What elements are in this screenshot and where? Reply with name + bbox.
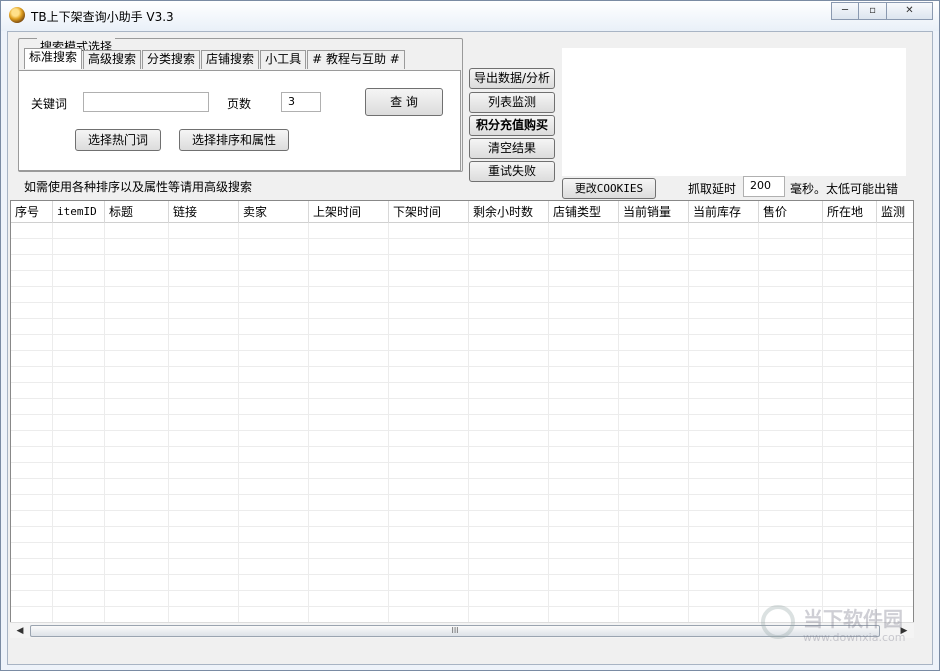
delay-warning: 毫秒。太低可能出错 (790, 182, 899, 196)
tab-advanced-search[interactable]: 高级搜索 (83, 50, 142, 69)
clear-results-button[interactable]: 清空结果 (469, 138, 555, 159)
query-button[interactable]: 查 询 (365, 88, 443, 116)
window-controls: ─ ▫ ✕ (831, 2, 933, 20)
hot-words-button[interactable]: 选择热门词 (75, 129, 161, 151)
app-icon (9, 7, 25, 23)
tab-category-search[interactable]: 分类搜索 (142, 50, 201, 69)
column-divider (618, 223, 619, 637)
column-header[interactable]: 店铺类型 (549, 201, 619, 223)
tab-shop-search[interactable]: 店铺搜索 (201, 50, 260, 69)
column-header[interactable]: 当前销量 (619, 201, 689, 223)
sort-attributes-button[interactable]: 选择排序和属性 (179, 129, 289, 151)
keyword-label: 关键词 (31, 97, 68, 111)
column-divider (52, 223, 53, 637)
column-divider (548, 223, 549, 637)
results-table[interactable]: 序号 itemID 标题 链接 卖家 上架时间 下架时间 剩余小时数 店铺类型 … (10, 200, 914, 638)
table-body (11, 223, 913, 637)
standard-search-panel: 关键词 页数 3 查 询 选择热门词 选择排序和属性 (18, 70, 461, 171)
tab-tools[interactable]: 小工具 (260, 50, 307, 69)
column-divider (688, 223, 689, 637)
table-header: 序号 itemID 标题 链接 卖家 上架时间 下架时间 剩余小时数 店铺类型 … (11, 201, 913, 223)
column-divider (388, 223, 389, 637)
close-button[interactable]: ✕ (887, 2, 933, 20)
delay-label: 抓取延时 (688, 182, 737, 196)
keyword-input[interactable] (83, 92, 209, 112)
column-header[interactable]: itemID (53, 201, 105, 223)
change-cookies-button[interactable]: 更改COOKIES (562, 178, 656, 199)
delay-input[interactable]: 200 (743, 176, 785, 197)
column-divider (468, 223, 469, 637)
client-area: 搜索模式选择 标准搜索 高级搜索 分类搜索 店铺搜索 小工具 # 教程与互助 #… (7, 31, 933, 665)
column-header[interactable]: 序号 (11, 201, 53, 223)
tab-standard-search[interactable]: 标准搜索 (24, 48, 83, 69)
column-divider (308, 223, 309, 637)
column-header[interactable]: 监测 (877, 201, 913, 223)
search-tabs: 标准搜索 高级搜索 分类搜索 店铺搜索 小工具 # 教程与互助 # (24, 48, 406, 69)
column-header[interactable]: 上架时间 (309, 201, 389, 223)
export-data-button[interactable]: 导出数据/分析 (469, 68, 555, 89)
column-divider (822, 223, 823, 637)
watermark-url: www.downxia.com (803, 631, 906, 644)
column-header[interactable]: 售价 (759, 201, 823, 223)
column-header[interactable]: 链接 (169, 201, 239, 223)
list-monitor-button[interactable]: 列表监测 (469, 92, 555, 113)
tab-tutorial[interactable]: # 教程与互助 # (307, 50, 405, 69)
column-divider (876, 223, 877, 637)
column-header[interactable]: 下架时间 (389, 201, 469, 223)
column-divider (104, 223, 105, 637)
watermark: 当下软件园 www.downxia.com (761, 601, 921, 651)
pages-label: 页数 (227, 97, 252, 111)
column-header[interactable]: 所在地 (823, 201, 877, 223)
title-bar: TB上下架查询小助手 V3.3 ─ ▫ ✕ (1, 1, 939, 31)
column-header[interactable]: 标题 (105, 201, 169, 223)
pages-input[interactable]: 3 (281, 92, 321, 112)
column-divider (758, 223, 759, 637)
app-window: TB上下架查询小助手 V3.3 ─ ▫ ✕ 搜索模式选择 标准搜索 高级搜索 分… (0, 0, 940, 671)
window-title: TB上下架查询小助手 V3.3 (31, 10, 174, 24)
maximize-button[interactable]: ▫ (859, 2, 887, 20)
watermark-logo-icon (761, 605, 795, 639)
retry-failed-button[interactable]: 重试失败 (469, 161, 555, 182)
advanced-search-hint: 如需使用各种排序以及属性等请用高级搜索 (24, 180, 253, 194)
minimize-button[interactable]: ─ (831, 2, 859, 20)
watermark-title: 当下软件园 (803, 607, 903, 631)
scroll-left-icon[interactable]: ◀ (12, 623, 28, 639)
column-header[interactable]: 卖家 (239, 201, 309, 223)
column-divider (168, 223, 169, 637)
scroll-thumb[interactable]: III (30, 625, 880, 637)
column-header[interactable]: 剩余小时数 (469, 201, 549, 223)
column-header[interactable]: 当前库存 (689, 201, 759, 223)
column-divider (238, 223, 239, 637)
points-recharge-button[interactable]: 积分充值购买 (469, 115, 555, 136)
preview-panel (562, 48, 906, 176)
